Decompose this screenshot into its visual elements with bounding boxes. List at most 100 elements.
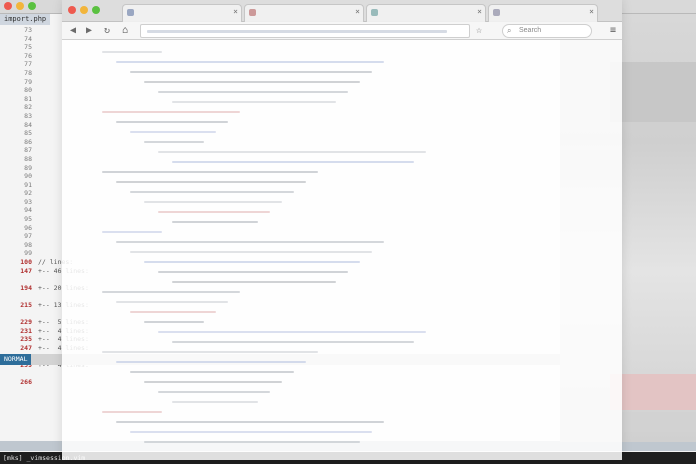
line-number: 231	[20, 326, 32, 335]
tab-close-icon[interactable]: ×	[589, 7, 594, 16]
browser-toolbar: ◀ ▶ ↻ ⌂ ☆ ⌕ Search ≡	[62, 22, 622, 40]
line-number: 94	[24, 206, 32, 215]
browser-tab[interactable]: ×	[122, 4, 242, 22]
forward-icon[interactable]: ▶	[86, 25, 92, 37]
browser-tab[interactable]: ×	[488, 4, 598, 22]
page-content	[62, 41, 622, 460]
line-number: 84	[24, 120, 32, 129]
browser-window: × × × × ◀ ▶ ↻ ⌂ ☆ ⌕ Search ≡	[62, 0, 622, 460]
tab-close-icon[interactable]: ×	[233, 7, 238, 16]
zoom-window-button[interactable]	[28, 2, 36, 10]
line-number-gutter: 73 74 75 76 77 78 79 80 81 82 83 84 85 86 87 88 89 90 91 92…	[0, 26, 36, 386]
page-text-line	[102, 351, 318, 353]
browser-window-controls	[68, 6, 100, 14]
page-text-line	[172, 161, 414, 163]
vim-file-tab[interactable]: import.php	[0, 14, 51, 25]
page-text-line	[144, 81, 360, 83]
browser-close-button[interactable]	[68, 6, 76, 14]
line-number: 75	[24, 43, 32, 52]
page-text-line	[116, 301, 228, 303]
line-number: 90	[24, 172, 32, 181]
line-number	[0, 292, 32, 301]
line-number: 81	[24, 94, 32, 103]
browser-tabstrip: × × × ×	[62, 0, 622, 22]
tab-favicon-icon	[127, 9, 134, 16]
bookmark-star-icon[interactable]: ☆	[476, 25, 482, 37]
page-text-line	[144, 141, 204, 143]
page-text-line	[102, 51, 162, 53]
vim-mode-indicator: NORMAL	[0, 354, 32, 365]
page-text-line	[102, 291, 240, 293]
page-text-line	[158, 271, 348, 273]
page-text-line	[116, 181, 306, 183]
line-number: 82	[24, 103, 32, 112]
page-text-line	[102, 231, 162, 233]
line-number: 147	[20, 266, 32, 275]
line-number: 88	[24, 154, 32, 163]
page-text-line	[144, 201, 282, 203]
page-text-line	[116, 61, 384, 63]
page-text-line	[130, 371, 294, 373]
line-number: 80	[24, 86, 32, 95]
line-number: 93	[24, 197, 32, 206]
browser-tab[interactable]: ×	[366, 4, 486, 22]
line-number: 96	[24, 223, 32, 232]
page-text-line	[102, 411, 162, 413]
line-number: 229	[20, 318, 32, 327]
terminal-window-controls	[4, 2, 36, 10]
line-number: 87	[24, 146, 32, 155]
address-bar[interactable]	[140, 24, 470, 38]
line-number: 235	[20, 335, 32, 344]
tab-favicon-icon	[493, 9, 500, 16]
line-number: 247	[20, 343, 32, 352]
line-number: 85	[24, 129, 32, 138]
page-text-line	[130, 251, 372, 253]
tab-favicon-icon	[249, 9, 256, 16]
menu-icon[interactable]: ≡	[610, 25, 616, 36]
line-number: 77	[24, 60, 32, 69]
line-number: 194	[20, 283, 32, 292]
page-text-line	[116, 241, 384, 243]
line-number: 83	[24, 111, 32, 120]
page-text-line	[116, 421, 384, 423]
address-bar-url	[147, 30, 447, 33]
line-number	[0, 310, 32, 319]
page-text-line	[172, 101, 336, 103]
search-placeholder: Search	[519, 27, 542, 34]
page-text-line	[102, 171, 318, 173]
page-text-line	[158, 91, 348, 93]
search-input[interactable]: ⌕ Search	[502, 24, 592, 38]
line-number: 86	[24, 137, 32, 146]
browser-zoom-button[interactable]	[92, 6, 100, 14]
page-text-line	[130, 191, 294, 193]
line-number: 91	[24, 180, 32, 189]
page-text-line	[158, 151, 426, 153]
line-number: 98	[24, 240, 32, 249]
line-number: 95	[24, 215, 32, 224]
page-text-line	[172, 221, 258, 223]
page-text-line	[116, 361, 306, 363]
page-text-line	[130, 431, 372, 433]
page-text-line	[102, 111, 240, 113]
browser-tab[interactable]: ×	[244, 4, 364, 22]
minimize-window-button[interactable]	[16, 2, 24, 10]
tab-close-icon[interactable]: ×	[477, 7, 482, 16]
page-text-line	[158, 391, 270, 393]
line-number: 92	[24, 189, 32, 198]
page-text-line	[158, 331, 426, 333]
line-number	[0, 275, 32, 284]
page-text-line	[130, 311, 216, 313]
page-text-line	[144, 261, 360, 263]
line-number: 76	[24, 51, 32, 60]
line-number: 79	[24, 77, 32, 86]
reload-icon[interactable]: ↻	[104, 25, 110, 37]
line-number: 89	[24, 163, 32, 172]
browser-minimize-button[interactable]	[80, 6, 88, 14]
close-window-button[interactable]	[4, 2, 12, 10]
back-icon[interactable]: ◀	[70, 25, 76, 37]
search-icon: ⌕	[507, 26, 512, 35]
home-icon[interactable]: ⌂	[122, 25, 128, 37]
tab-close-icon[interactable]: ×	[355, 7, 360, 16]
page-text-line	[144, 441, 360, 443]
page-text-line	[116, 121, 228, 123]
